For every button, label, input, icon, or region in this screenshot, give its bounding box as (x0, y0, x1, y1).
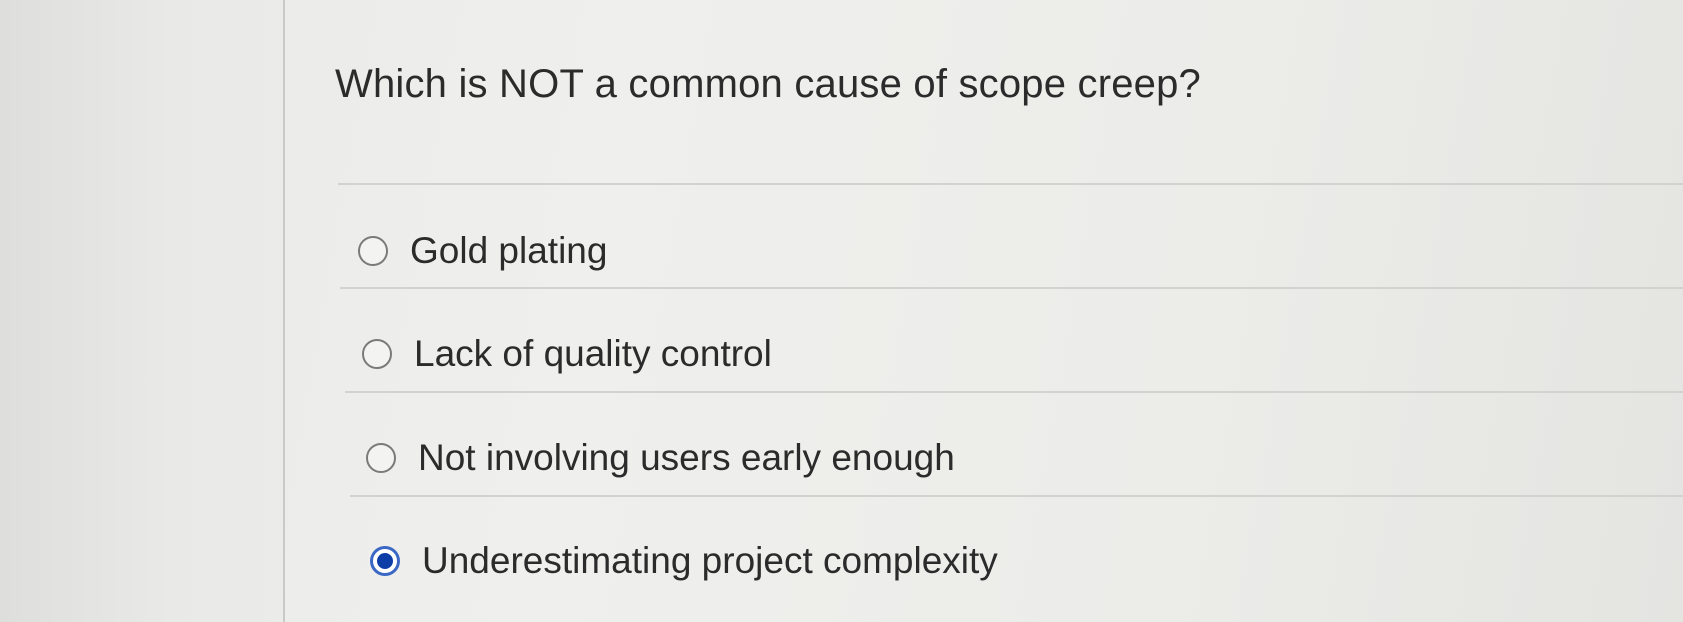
question-text: Which is NOT a common cause of scope cre… (335, 62, 1202, 106)
radio-button[interactable] (366, 443, 396, 473)
option-label: Gold plating (410, 230, 608, 271)
divider (340, 287, 1683, 289)
option-label: Not involving users early enough (418, 437, 955, 478)
answer-option-lack-of-quality-control[interactable]: Lack of quality control (362, 333, 772, 375)
divider (345, 391, 1683, 393)
option-label: Lack of quality control (414, 333, 772, 374)
answer-option-gold-plating[interactable]: Gold plating (358, 230, 607, 272)
radio-button[interactable] (358, 236, 388, 266)
radio-button-selected[interactable] (370, 546, 400, 576)
quiz-question-panel: Which is NOT a common cause of scope cre… (0, 0, 1683, 622)
option-label: Underestimating project complexity (422, 540, 998, 581)
answer-option-underestimating-complexity[interactable]: Underestimating project complexity (370, 540, 998, 582)
divider (350, 495, 1683, 497)
answer-option-not-involving-users[interactable]: Not involving users early enough (366, 437, 955, 479)
divider (338, 183, 1683, 185)
radio-button[interactable] (362, 339, 392, 369)
